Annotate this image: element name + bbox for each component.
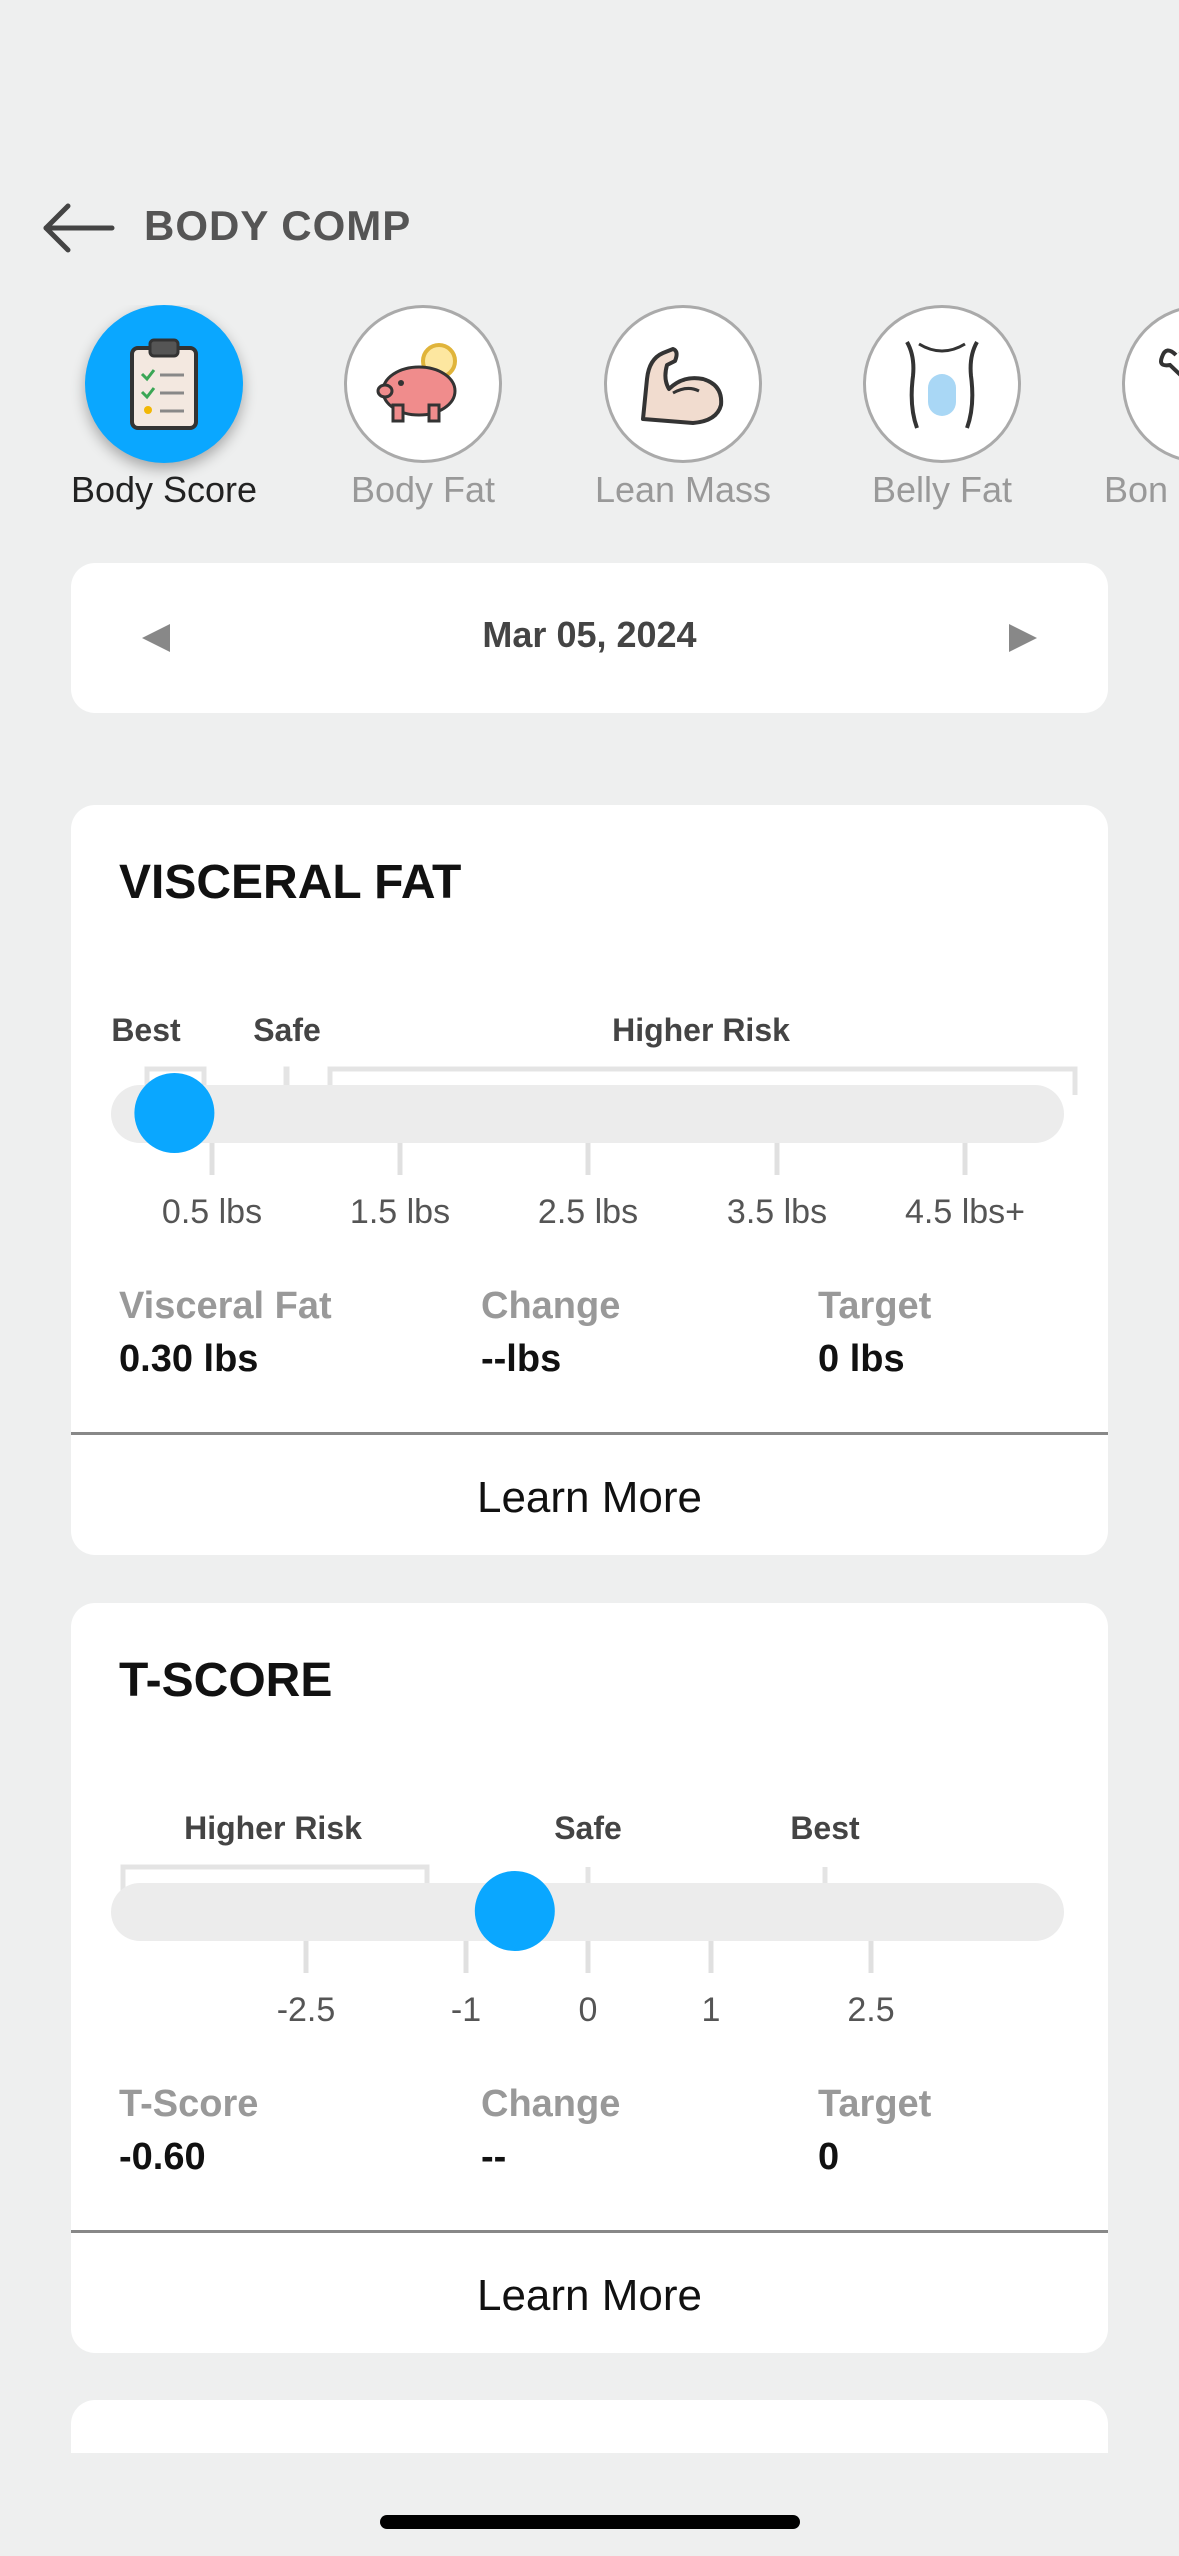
back-button[interactable] [40,198,120,258]
tick-label: 1.5 lbs [350,1193,450,1231]
tick-label: 2.5 [847,1991,894,2029]
slider-track [111,1883,1064,1941]
stat-value: --lbs [481,1338,562,1380]
torso-icon [905,341,979,429]
stat-target: Target 0 lbs [818,1285,931,1381]
tab-label: Body Score [70,469,258,510]
tab-label: Bon [1104,469,1169,510]
tab-body-fat[interactable]: Body Fat [298,305,548,511]
piggy-bank-icon [376,343,457,423]
triangle-right-icon [1009,624,1037,652]
learn-more-button[interactable]: Learn More [71,1435,1108,1555]
header: BODY COMP [0,190,1179,270]
stat-current: Visceral Fat 0.30 lbs [119,1285,332,1381]
visceral-fat-gauge: Best Safe Higher Risk 0.5 lbs 1.5 lbs 2.… [111,1012,1078,1231]
tab-bone[interactable]: Bon [1076,305,1179,511]
stat-value: 0 lbs [818,1338,905,1380]
clipboard-checklist-icon [130,338,198,430]
tick-label: 1 [702,1991,721,2029]
tick-label: 0.5 lbs [162,1193,262,1231]
slider-knob[interactable] [134,1073,215,1153]
zone-label-higher-risk: Higher Risk [184,1810,362,1846]
t-score-card: T-SCORE Higher Risk Safe Best -2.5 -1 0 … [71,1603,1108,2353]
stat-label: Change [481,2083,621,2125]
bone-icon [1159,348,1179,377]
home-indicator[interactable] [380,2515,800,2529]
muscle-arm-icon [641,347,724,425]
zone-label-safe: Safe [253,1012,321,1048]
lean-mass-circle [604,305,762,463]
tab-label: Belly Fat [871,469,1013,510]
stat-change: Change --lbs [481,1285,620,1381]
zone-label-best: Best [790,1810,860,1846]
stat-value: -- [481,2136,507,2178]
stat-target: Target 0 [818,2083,931,2179]
tick-label: -2.5 [277,1991,336,2029]
next-date-button[interactable] [998,613,1048,663]
stat-value: 0.30 lbs [119,1338,259,1380]
zone-label-higher-risk: Higher Risk [612,1012,790,1048]
current-date: Mar 05, 2024 [482,614,697,655]
stat-current: T-Score -0.60 [119,2083,258,2179]
stat-label: Visceral Fat [119,1285,332,1327]
bottom-safe-area [0,2453,1179,2556]
tick-label: 0 [579,1991,598,2029]
zone-label-best: Best [111,1012,181,1048]
stat-change: Change -- [481,2083,620,2179]
arrow-left-icon [43,203,115,253]
tab-body-score[interactable]: Body Score [39,305,289,511]
learn-more-button[interactable]: Learn More [71,2233,1108,2353]
visceral-fat-card: VISCERAL FAT Best Safe Higher Risk 0.5 l… [71,805,1108,1555]
category-tabs: Body Score Body Fat Lean Mass Belly Fat … [0,305,1179,525]
belly-fat-circle [863,305,1021,463]
tick-label: 3.5 lbs [727,1193,827,1231]
zone-label-safe: Safe [554,1810,622,1846]
body-score-circle [85,305,243,463]
tick-label: 2.5 lbs [538,1193,638,1231]
tab-lean-mass[interactable]: Lean Mass [558,305,808,511]
tab-label: Lean Mass [594,469,772,510]
stat-label: Change [481,1285,621,1327]
stat-value: 0 [818,2136,840,2178]
bone-circle [1122,305,1179,463]
t-score-gauge: Higher Risk Safe Best -2.5 -1 0 1 2.5 [111,1810,1064,2029]
date-navigator: Mar 05, 2024 [71,563,1108,713]
page-title: BODY COMP [144,202,412,249]
tab-label: Body Fat [350,469,496,510]
stat-value: -0.60 [119,2136,206,2178]
slider-track [111,1085,1064,1143]
stat-label: Target [818,2083,932,2125]
tab-belly-fat[interactable]: Belly Fat [817,305,1067,511]
tick-label: 4.5 lbs+ [905,1193,1025,1231]
stat-label: T-Score [119,2083,259,2125]
body-fat-circle [344,305,502,463]
stat-label: Target [818,1285,932,1327]
slider-knob[interactable] [474,1871,555,1951]
tick-label: -1 [451,1991,481,2029]
